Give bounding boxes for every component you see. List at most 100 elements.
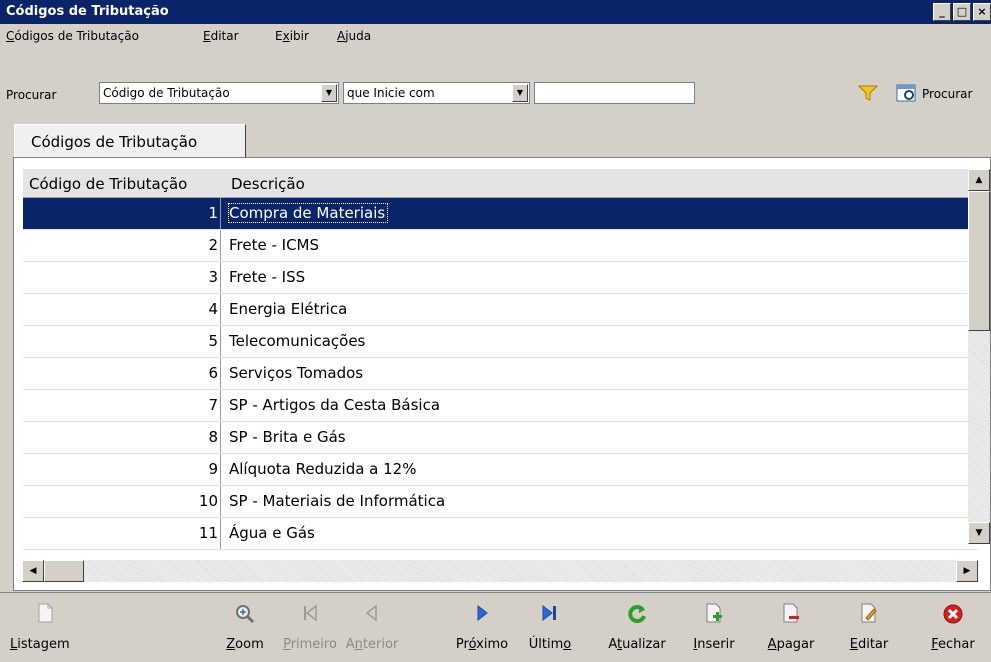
- zoom-icon: [234, 603, 256, 628]
- proximo-button[interactable]: Próximo: [446, 593, 518, 662]
- search-icon: [896, 83, 918, 106]
- scroll-right-button[interactable]: ▶: [956, 560, 978, 582]
- first-record-icon: [301, 603, 319, 626]
- atualizar-button[interactable]: Atualizar: [597, 593, 677, 662]
- primeiro-button[interactable]: Primeiro: [280, 593, 340, 662]
- anterior-label: Anterior: [345, 637, 399, 652]
- listagem-button[interactable]: Listagem: [10, 593, 80, 662]
- cell-descricao: Frete - ISS: [229, 268, 306, 286]
- cell-codigo: 9: [23, 454, 221, 485]
- last-record-icon: [540, 603, 560, 626]
- cell-descricao: Telecomunicações: [229, 332, 366, 350]
- tab-codigos-de-tributacao[interactable]: Códigos de Tributação: [14, 124, 246, 158]
- column-header-codigo[interactable]: Código de Tributação: [29, 175, 187, 193]
- cell-codigo: 11: [23, 518, 221, 549]
- table-row[interactable]: 4 Energia Elétrica: [23, 294, 978, 326]
- chevron-down-icon[interactable]: ▼: [321, 84, 337, 102]
- fechar-button[interactable]: Fechar: [922, 593, 984, 662]
- minimize-button[interactable]: _: [933, 3, 951, 21]
- chevron-down-icon[interactable]: ▼: [512, 84, 528, 102]
- column-header-descricao[interactable]: Descrição: [231, 175, 305, 193]
- cell-codigo: 4: [23, 294, 221, 325]
- search-label: Procurar: [6, 88, 57, 102]
- search-field-select[interactable]: Código de Tributação ▼: [99, 82, 339, 104]
- delete-icon: [781, 603, 801, 628]
- previous-record-icon: [363, 603, 381, 626]
- search-input[interactable]: [534, 82, 695, 104]
- cell-descricao: Compra de Materiais: [227, 203, 389, 223]
- insert-icon: [704, 603, 724, 628]
- zoom-button[interactable]: Zoom: [215, 593, 275, 662]
- cell-descricao: Frete - ICMS: [229, 236, 320, 254]
- apagar-label: Apagar: [767, 637, 815, 652]
- records-grid[interactable]: Código de Tributação Descrição 1 Compra d…: [13, 157, 991, 591]
- scroll-up-button[interactable]: ▲: [968, 169, 990, 191]
- horizontal-scrollbar[interactable]: ◀ ▶: [22, 560, 978, 582]
- search-mode-select[interactable]: que Inicie com ▼: [343, 82, 530, 104]
- filter-icon[interactable]: [857, 84, 879, 105]
- proximo-label: Próximo: [455, 637, 509, 652]
- bottom-toolbar: Listagem Zoom Primeiro Anterior Próximo Últim…: [0, 592, 991, 662]
- menu-codigos[interactable]: Códigos de Tributação: [6, 29, 139, 43]
- close-icon: [942, 603, 964, 628]
- next-record-icon: [473, 603, 491, 626]
- cell-descricao: Serviços Tomados: [229, 364, 364, 382]
- scroll-down-button[interactable]: ▼: [968, 522, 990, 544]
- cell-codigo: 7: [23, 390, 221, 421]
- cell-codigo: 2: [23, 230, 221, 261]
- table-row[interactable]: 7 SP - Artigos da Cesta Básica: [23, 390, 978, 422]
- table-row[interactable]: 11 Água e Gás: [23, 518, 978, 550]
- cell-codigo: 5: [23, 326, 221, 357]
- cell-codigo: 3: [23, 262, 221, 293]
- inserir-label: Inserir: [693, 637, 735, 652]
- table-row[interactable]: 8 SP - Brita e Gás: [23, 422, 978, 454]
- table-row[interactable]: 1 Compra de Materiais: [23, 198, 978, 230]
- table-row[interactable]: 10 SP - Materiais de Informática: [23, 486, 978, 518]
- document-icon: [36, 603, 54, 626]
- menu-exibir[interactable]: Exibir: [275, 29, 309, 43]
- main-window: Códigos de Tributação _ □ × Códigos de T…: [0, 0, 991, 661]
- title-bar[interactable]: Códigos de Tributação _ □ ×: [0, 0, 991, 24]
- window-title: Códigos de Tributação: [6, 4, 169, 19]
- editar-label: Editar: [849, 637, 889, 652]
- table-row[interactable]: 5 Telecomunicações: [23, 326, 978, 358]
- anterior-button[interactable]: Anterior: [337, 593, 407, 662]
- inserir-button[interactable]: Inserir: [685, 593, 743, 662]
- cell-descricao: SP - Artigos da Cesta Básica: [229, 396, 441, 414]
- cell-descricao: Alíquota Reduzida a 12%: [229, 460, 417, 478]
- editar-button[interactable]: Editar: [840, 593, 898, 662]
- cell-codigo: 1: [23, 198, 221, 229]
- menu-ajuda[interactable]: Ajuda: [337, 29, 371, 43]
- apagar-button[interactable]: Apagar: [758, 593, 824, 662]
- vertical-scroll-thumb[interactable]: [968, 191, 990, 331]
- ultimo-button[interactable]: Último: [525, 593, 575, 662]
- cell-descricao: SP - Brita e Gás: [229, 428, 346, 446]
- fechar-label: Fechar: [931, 637, 975, 652]
- cell-codigo: 10: [23, 486, 221, 517]
- refresh-icon: [626, 603, 648, 628]
- vertical-scrollbar[interactable]: ▲ ▼: [968, 169, 990, 544]
- cell-descricao: Energia Elétrica: [229, 300, 348, 318]
- table-row[interactable]: 3 Frete - ISS: [23, 262, 978, 294]
- cell-codigo: 8: [23, 422, 221, 453]
- cell-codigo: 6: [23, 358, 221, 389]
- search-bar: Procurar Código de Tributação ▼ que Inic…: [0, 78, 991, 112]
- table-row[interactable]: 2 Frete - ICMS: [23, 230, 978, 262]
- scroll-left-button[interactable]: ◀: [22, 560, 44, 582]
- cell-descricao: SP - Materiais de Informática: [229, 492, 446, 510]
- close-window-button[interactable]: ×: [973, 3, 991, 21]
- table-row[interactable]: 9 Alíquota Reduzida a 12%: [23, 454, 978, 486]
- table-row[interactable]: 6 Serviços Tomados: [23, 358, 978, 390]
- listagem-label: Listagem: [10, 637, 70, 652]
- atualizar-label: Atualizar: [608, 637, 666, 652]
- cell-descricao: Água e Gás: [229, 524, 315, 542]
- search-button[interactable]: Procurar: [896, 82, 972, 106]
- primeiro-label: Primeiro: [283, 637, 337, 652]
- ultimo-label: Último: [528, 637, 572, 652]
- zoom-label: Zoom: [226, 637, 264, 652]
- menu-editar[interactable]: Editar: [203, 29, 239, 43]
- maximize-button[interactable]: □: [953, 3, 971, 21]
- grid-header: Código de Tributação Descrição: [23, 169, 974, 198]
- horizontal-scroll-thumb[interactable]: [44, 560, 84, 582]
- edit-icon: [859, 603, 879, 628]
